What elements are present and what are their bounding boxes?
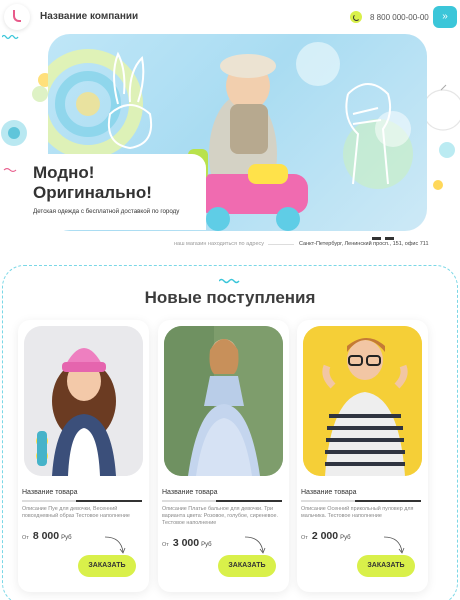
address-divider: [268, 244, 294, 245]
chevrons-right-icon: »: [442, 11, 448, 22]
product-divider: [301, 500, 421, 502]
site-header: Название компании 8 800 000-00-00 »: [0, 0, 460, 34]
product-divider: [22, 500, 142, 502]
curved-arrow-icon: [383, 536, 405, 554]
product-description: Описание Пуе для девочки, Весенний повсе…: [22, 506, 130, 519]
order-button[interactable]: ЗАКАЗАТЬ: [78, 555, 136, 577]
price-currency: Руб: [340, 535, 351, 541]
address-value: Санкт-Петербург, Ленинский просп., 151, …: [299, 241, 429, 247]
price-from-label: От: [22, 535, 29, 541]
hero-title: Модно! Оригинально!: [33, 163, 203, 203]
product-card[interactable]: Название товара Описание Осенний приколь…: [297, 320, 428, 592]
product-photo-girl-blue-dress: [164, 326, 283, 476]
product-price: От 8 000 Руб: [22, 530, 72, 542]
price-value: 8 000: [32, 530, 60, 542]
price-currency: Руб: [61, 535, 72, 541]
product-description: Описание Осенний прикольный пуловер для …: [301, 506, 414, 519]
product-name[interactable]: Название товара: [301, 489, 357, 496]
hero-subtitle: Детская одежда с бесплатной доставкой по…: [33, 208, 180, 215]
price-from-label: От: [162, 542, 169, 548]
product-description: Описание Платье бальное для девочки. Три…: [162, 506, 278, 526]
product-divider: [162, 500, 282, 502]
hero-title-line1: Модно!: [33, 163, 95, 182]
phone-number[interactable]: 8 800 000-00-00: [370, 13, 429, 22]
price-value: 3 000: [172, 537, 200, 549]
product-photo-girl-pink-hat: [24, 326, 143, 476]
product-photo-boy-glasses: [303, 326, 422, 476]
product-price: От 3 000 Руб: [162, 537, 212, 549]
price-from-label: От: [301, 535, 308, 541]
address-label: наш магазин находиться по адресу: [174, 241, 265, 247]
section-title: Новые поступления: [144, 288, 316, 307]
slider-dot[interactable]: [372, 237, 381, 240]
curved-arrow-icon: [244, 536, 266, 554]
menu-button[interactable]: »: [433, 6, 457, 28]
hero-title-line2: Оригинально!: [33, 183, 152, 202]
curved-arrow-icon: [104, 536, 126, 554]
product-name[interactable]: Название товара: [162, 489, 218, 496]
product-image[interactable]: [24, 326, 143, 476]
price-currency: Руб: [201, 542, 212, 548]
slider-dot[interactable]: [385, 237, 394, 240]
wave-decoration-icon: [219, 278, 240, 284]
product-image[interactable]: [164, 326, 283, 476]
order-button[interactable]: ЗАКАЗАТЬ: [357, 555, 415, 577]
product-name[interactable]: Название товара: [22, 489, 78, 496]
product-card[interactable]: Название товара Описание Платье бальное …: [158, 320, 289, 592]
logo[interactable]: [4, 4, 30, 30]
product-image[interactable]: [303, 326, 422, 476]
order-button[interactable]: ЗАКАЗАТЬ: [218, 555, 276, 577]
price-value: 2 000: [311, 530, 339, 542]
phone-icon[interactable]: [350, 11, 362, 23]
product-card[interactable]: Название товара Описание Пуе для девочки…: [18, 320, 149, 592]
company-name[interactable]: Название компании: [40, 11, 138, 22]
product-price: От 2 000 Руб: [301, 530, 351, 542]
logo-icon: [13, 10, 21, 22]
